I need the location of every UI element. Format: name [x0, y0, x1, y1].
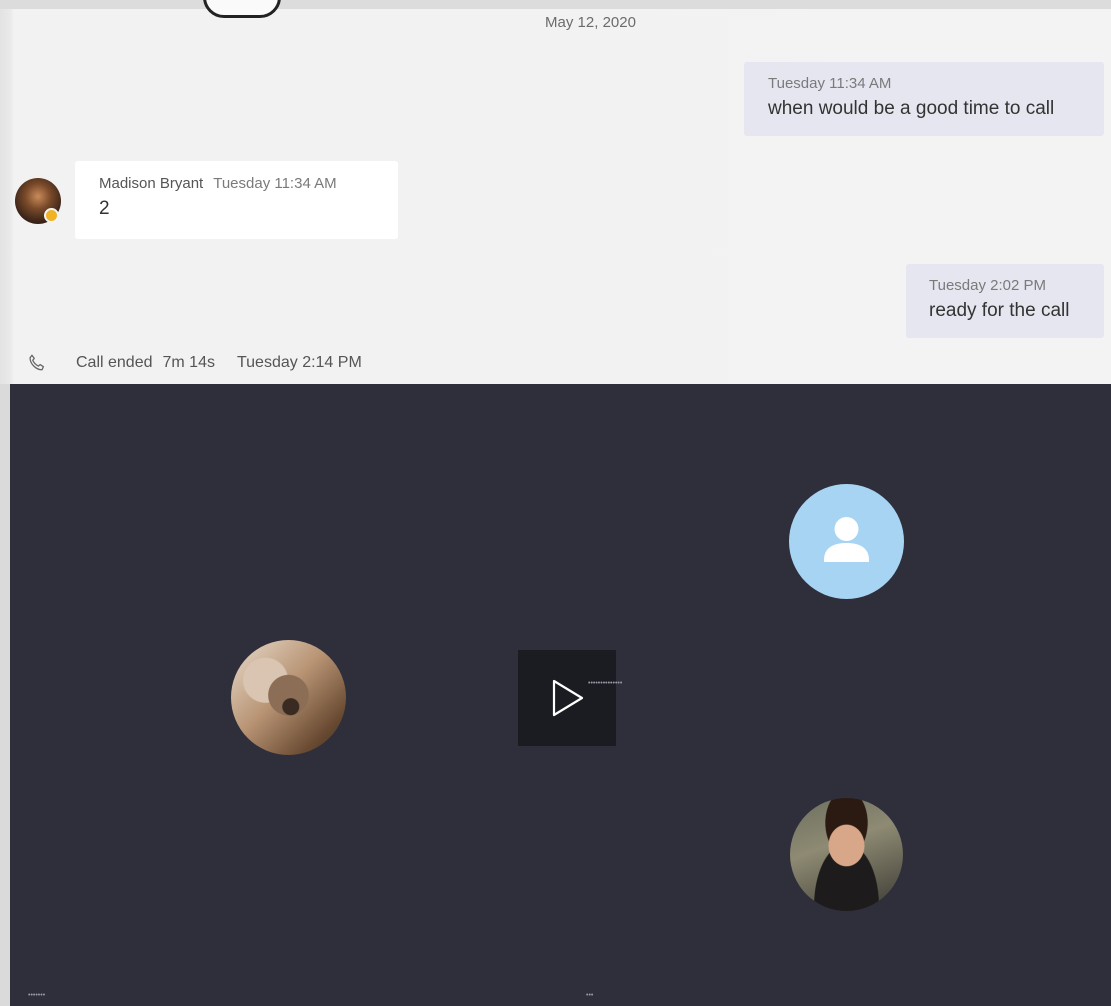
call-status-label: Call ended: [76, 354, 153, 371]
call-duration: 7m 14s: [162, 354, 215, 371]
message-outgoing[interactable]: Tuesday 2:02 PM ready for the call: [906, 264, 1104, 338]
message-header: Madison Bryant Tuesday 11:34 AM: [99, 175, 398, 192]
chat-window: May 12, 2020 Tuesday 11:34 AM when would…: [0, 0, 1111, 1006]
message-timestamp: Tuesday 11:34 AM: [768, 75, 892, 92]
video-stage[interactable]: •••••••••••••• ••••••• •••: [10, 384, 1111, 1006]
participant-avatar-dog[interactable]: [231, 640, 346, 755]
video-tile-caption: ••••••••••••••: [588, 680, 623, 687]
person-icon: [824, 517, 869, 562]
window-edge: [0, 384, 10, 1006]
message-timestamp: Tuesday 2:02 PM: [929, 277, 1047, 294]
sender-name: Madison Bryant: [99, 175, 204, 192]
message-text: ready for the call: [929, 300, 1070, 321]
date-divider: May 12, 2020: [545, 14, 636, 31]
message-text: 2: [99, 198, 110, 219]
participant-placeholder-avatar[interactable]: [789, 484, 904, 599]
participant-name-label: •••••••: [28, 992, 46, 999]
play-icon: [552, 679, 584, 717]
message-outgoing[interactable]: Tuesday 11:34 AM when would be a good ti…: [744, 62, 1104, 136]
call-ended-event: Call ended 7m 14s Tuesday 2:14 PM: [26, 350, 362, 376]
top-bar: [0, 0, 1111, 9]
video-play-button[interactable]: [518, 650, 616, 746]
presence-status-icon: [44, 208, 59, 223]
call-timestamp: Tuesday 2:14 PM: [236, 354, 362, 371]
participant-name-label: •••: [586, 992, 594, 999]
message-incoming[interactable]: Madison Bryant Tuesday 11:34 AM 2: [75, 161, 398, 239]
phone-icon: [29, 354, 45, 371]
message-timestamp: Tuesday 11:34 AM: [213, 175, 337, 192]
message-text: when would be a good time to call: [768, 98, 1055, 119]
participant-avatar-man[interactable]: [790, 798, 903, 911]
